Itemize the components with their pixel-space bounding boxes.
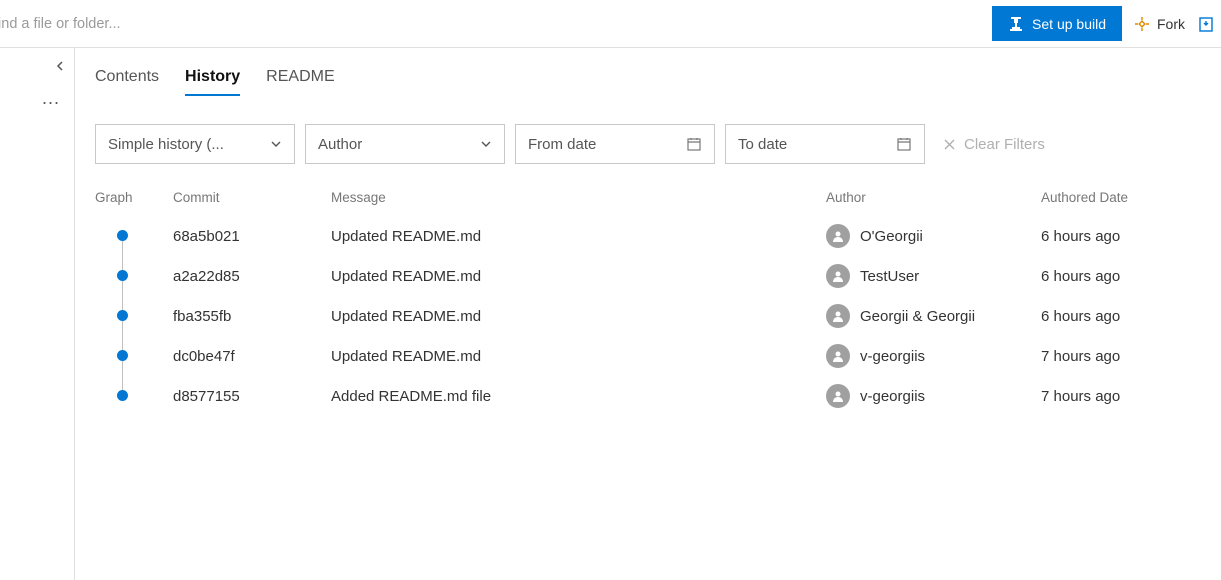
commit-hash[interactable]: fba355fb — [173, 308, 331, 325]
chevron-down-icon — [480, 138, 492, 150]
authored-date: 7 hours ago — [1041, 388, 1201, 405]
setup-build-label: Set up build — [1032, 16, 1106, 32]
author-name[interactable]: Georgii & Georgii — [860, 308, 975, 325]
setup-build-button[interactable]: Set up build — [992, 6, 1122, 41]
header-commit[interactable]: Commit — [173, 190, 331, 205]
clone-icon[interactable] — [1197, 15, 1215, 33]
commit-hash[interactable]: d8577155 — [173, 388, 331, 405]
author-cell: v-georgiis — [826, 344, 1041, 368]
authored-date: 6 hours ago — [1041, 268, 1201, 285]
authored-date: 6 hours ago — [1041, 308, 1201, 325]
avatar — [826, 264, 850, 288]
author-name[interactable]: O'Georgii — [860, 228, 923, 245]
header-author[interactable]: Author — [826, 190, 1041, 205]
table-row[interactable]: 68a5b021Updated README.md O'Georgii 6 hour… — [95, 216, 1201, 256]
left-sidebar: ... — [0, 48, 75, 580]
commit-hash[interactable]: a2a22d85 — [173, 268, 331, 285]
main-content: Contents History README Simple history (… — [75, 48, 1221, 580]
graph-cell — [95, 336, 173, 376]
collapse-chevron-icon[interactable] — [54, 60, 66, 72]
fork-icon — [1134, 16, 1150, 32]
to-date-input[interactable]: To date — [725, 124, 925, 164]
avatar — [826, 304, 850, 328]
search-input[interactable]: find a file or folder... — [0, 16, 121, 32]
authored-date: 6 hours ago — [1041, 228, 1201, 245]
author-cell: Georgii & Georgii — [826, 304, 1041, 328]
commit-hash[interactable]: dc0be47f — [173, 348, 331, 365]
avatar — [826, 224, 850, 248]
fork-label: Fork — [1157, 16, 1185, 32]
close-icon — [943, 138, 956, 151]
graph-cell — [95, 376, 173, 416]
commit-node-icon — [117, 390, 128, 401]
commit-node-icon — [117, 310, 128, 321]
commit-message[interactable]: Updated README.md — [331, 268, 826, 285]
table-row[interactable]: dc0be47fUpdated README.md v-georgiis 7 hou… — [95, 336, 1201, 376]
calendar-icon — [686, 136, 702, 152]
clear-filters-button[interactable]: Clear Filters — [943, 136, 1045, 153]
calendar-icon — [896, 136, 912, 152]
table-row[interactable]: a2a22d85Updated README.md TestUser 6 hours… — [95, 256, 1201, 296]
author-name[interactable]: v-georgiis — [860, 388, 925, 405]
commit-hash[interactable]: 68a5b021 — [173, 228, 331, 245]
top-bar: find a file or folder... Set up build Fo… — [0, 0, 1221, 48]
graph-cell — [95, 216, 173, 256]
header-date[interactable]: Authored Date — [1041, 190, 1201, 205]
commit-message[interactable]: Added README.md file — [331, 388, 826, 405]
tab-history[interactable]: History — [185, 68, 240, 96]
commit-message[interactable]: Updated README.md — [331, 308, 826, 325]
fork-button[interactable]: Fork — [1134, 16, 1185, 32]
avatar — [826, 384, 850, 408]
table-row[interactable]: d8577155Added README.md file v-georgiis 7 … — [95, 376, 1201, 416]
commit-message[interactable]: Updated README.md — [331, 228, 826, 245]
graph-cell — [95, 296, 173, 336]
avatar — [826, 344, 850, 368]
commit-message[interactable]: Updated README.md — [331, 348, 826, 365]
table-row[interactable]: fba355fbUpdated README.md Georgii & Georg… — [95, 296, 1201, 336]
chevron-down-icon — [270, 138, 282, 150]
more-menu-button[interactable]: ... — [42, 88, 60, 109]
header-message[interactable]: Message — [331, 190, 826, 205]
author-cell: O'Georgii — [826, 224, 1041, 248]
author-dropdown[interactable]: Author — [305, 124, 505, 164]
header-graph[interactable]: Graph — [95, 190, 173, 205]
graph-cell — [95, 256, 173, 296]
tab-readme[interactable]: README — [266, 68, 334, 96]
commit-table: Graph Commit Message Author Authored Dat… — [95, 190, 1201, 416]
author-name[interactable]: TestUser — [860, 268, 919, 285]
tabs: Contents History README — [95, 68, 1201, 96]
tab-contents[interactable]: Contents — [95, 68, 159, 96]
authored-date: 7 hours ago — [1041, 348, 1201, 365]
commit-node-icon — [117, 350, 128, 361]
table-header: Graph Commit Message Author Authored Dat… — [95, 190, 1201, 216]
commit-node-icon — [117, 230, 128, 241]
history-mode-dropdown[interactable]: Simple history (... — [95, 124, 295, 164]
commit-node-icon — [117, 270, 128, 281]
build-icon — [1008, 16, 1024, 32]
author-cell: v-georgiis — [826, 384, 1041, 408]
from-date-input[interactable]: From date — [515, 124, 715, 164]
author-name[interactable]: v-georgiis — [860, 348, 925, 365]
author-cell: TestUser — [826, 264, 1041, 288]
filters-row: Simple history (... Author From date To … — [95, 124, 1201, 164]
